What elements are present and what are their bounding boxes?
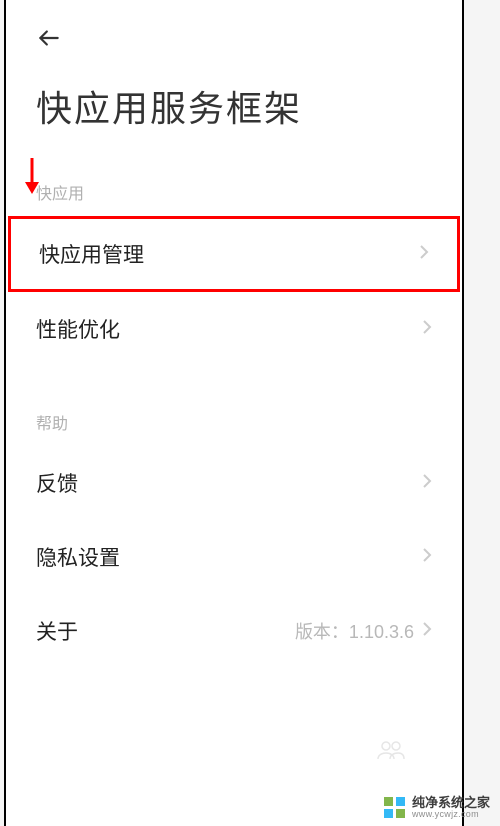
chevron-right-icon bbox=[422, 621, 432, 641]
watermark-name: 纯净系统之家 bbox=[412, 796, 490, 810]
menu-item-privacy[interactable]: 隐私设置 bbox=[6, 520, 462, 594]
back-button[interactable] bbox=[36, 24, 68, 56]
chevron-right-icon bbox=[422, 547, 432, 567]
item-label: 快应用管理 bbox=[39, 239, 144, 269]
page-title: 快应用服务框架 bbox=[36, 80, 432, 132]
menu-item-quickapp-manage[interactable]: 快应用管理 bbox=[8, 216, 460, 292]
item-value-version: 版本：1.10.3.6 bbox=[295, 618, 414, 644]
arrow-left-icon bbox=[36, 25, 62, 55]
section-quickapp: 快应用 快应用管理 性能优化 bbox=[6, 180, 462, 366]
faint-group-icon bbox=[376, 737, 406, 768]
item-label: 隐私设置 bbox=[36, 542, 120, 572]
chevron-right-icon bbox=[422, 319, 432, 339]
section-header-help: 帮助 bbox=[6, 410, 462, 446]
item-right bbox=[422, 319, 432, 339]
section-help: 帮助 反馈 隐私设置 关于 版本：1.10.3.6 bbox=[6, 410, 462, 668]
item-right: 版本：1.10.3.6 bbox=[295, 618, 432, 644]
chevron-right-icon bbox=[419, 244, 429, 264]
section-header-quickapp: 快应用 bbox=[6, 180, 462, 216]
watermark-logo-icon bbox=[384, 797, 406, 819]
menu-item-feedback[interactable]: 反馈 bbox=[6, 446, 462, 520]
section-header-label: 快应用 bbox=[36, 186, 84, 203]
item-label: 关于 bbox=[36, 616, 78, 646]
item-label: 反馈 bbox=[36, 468, 78, 498]
header: 快应用服务框架 bbox=[6, 0, 462, 132]
chevron-right-icon bbox=[422, 473, 432, 493]
watermark-url: www.ycwjz.com bbox=[412, 810, 490, 820]
item-label: 性能优化 bbox=[36, 314, 120, 344]
annotation-arrow-icon bbox=[22, 156, 42, 199]
phone-screen: 快应用服务框架 快应用 快应用管理 性能优化 bbox=[4, 0, 464, 826]
menu-item-about[interactable]: 关于 版本：1.10.3.6 bbox=[6, 594, 462, 668]
item-right bbox=[422, 547, 432, 567]
item-right bbox=[422, 473, 432, 493]
watermark: 纯净系统之家 www.ycwjz.com bbox=[384, 796, 490, 820]
item-right bbox=[419, 244, 429, 264]
menu-item-performance[interactable]: 性能优化 bbox=[6, 292, 462, 366]
watermark-text: 纯净系统之家 www.ycwjz.com bbox=[412, 796, 490, 820]
